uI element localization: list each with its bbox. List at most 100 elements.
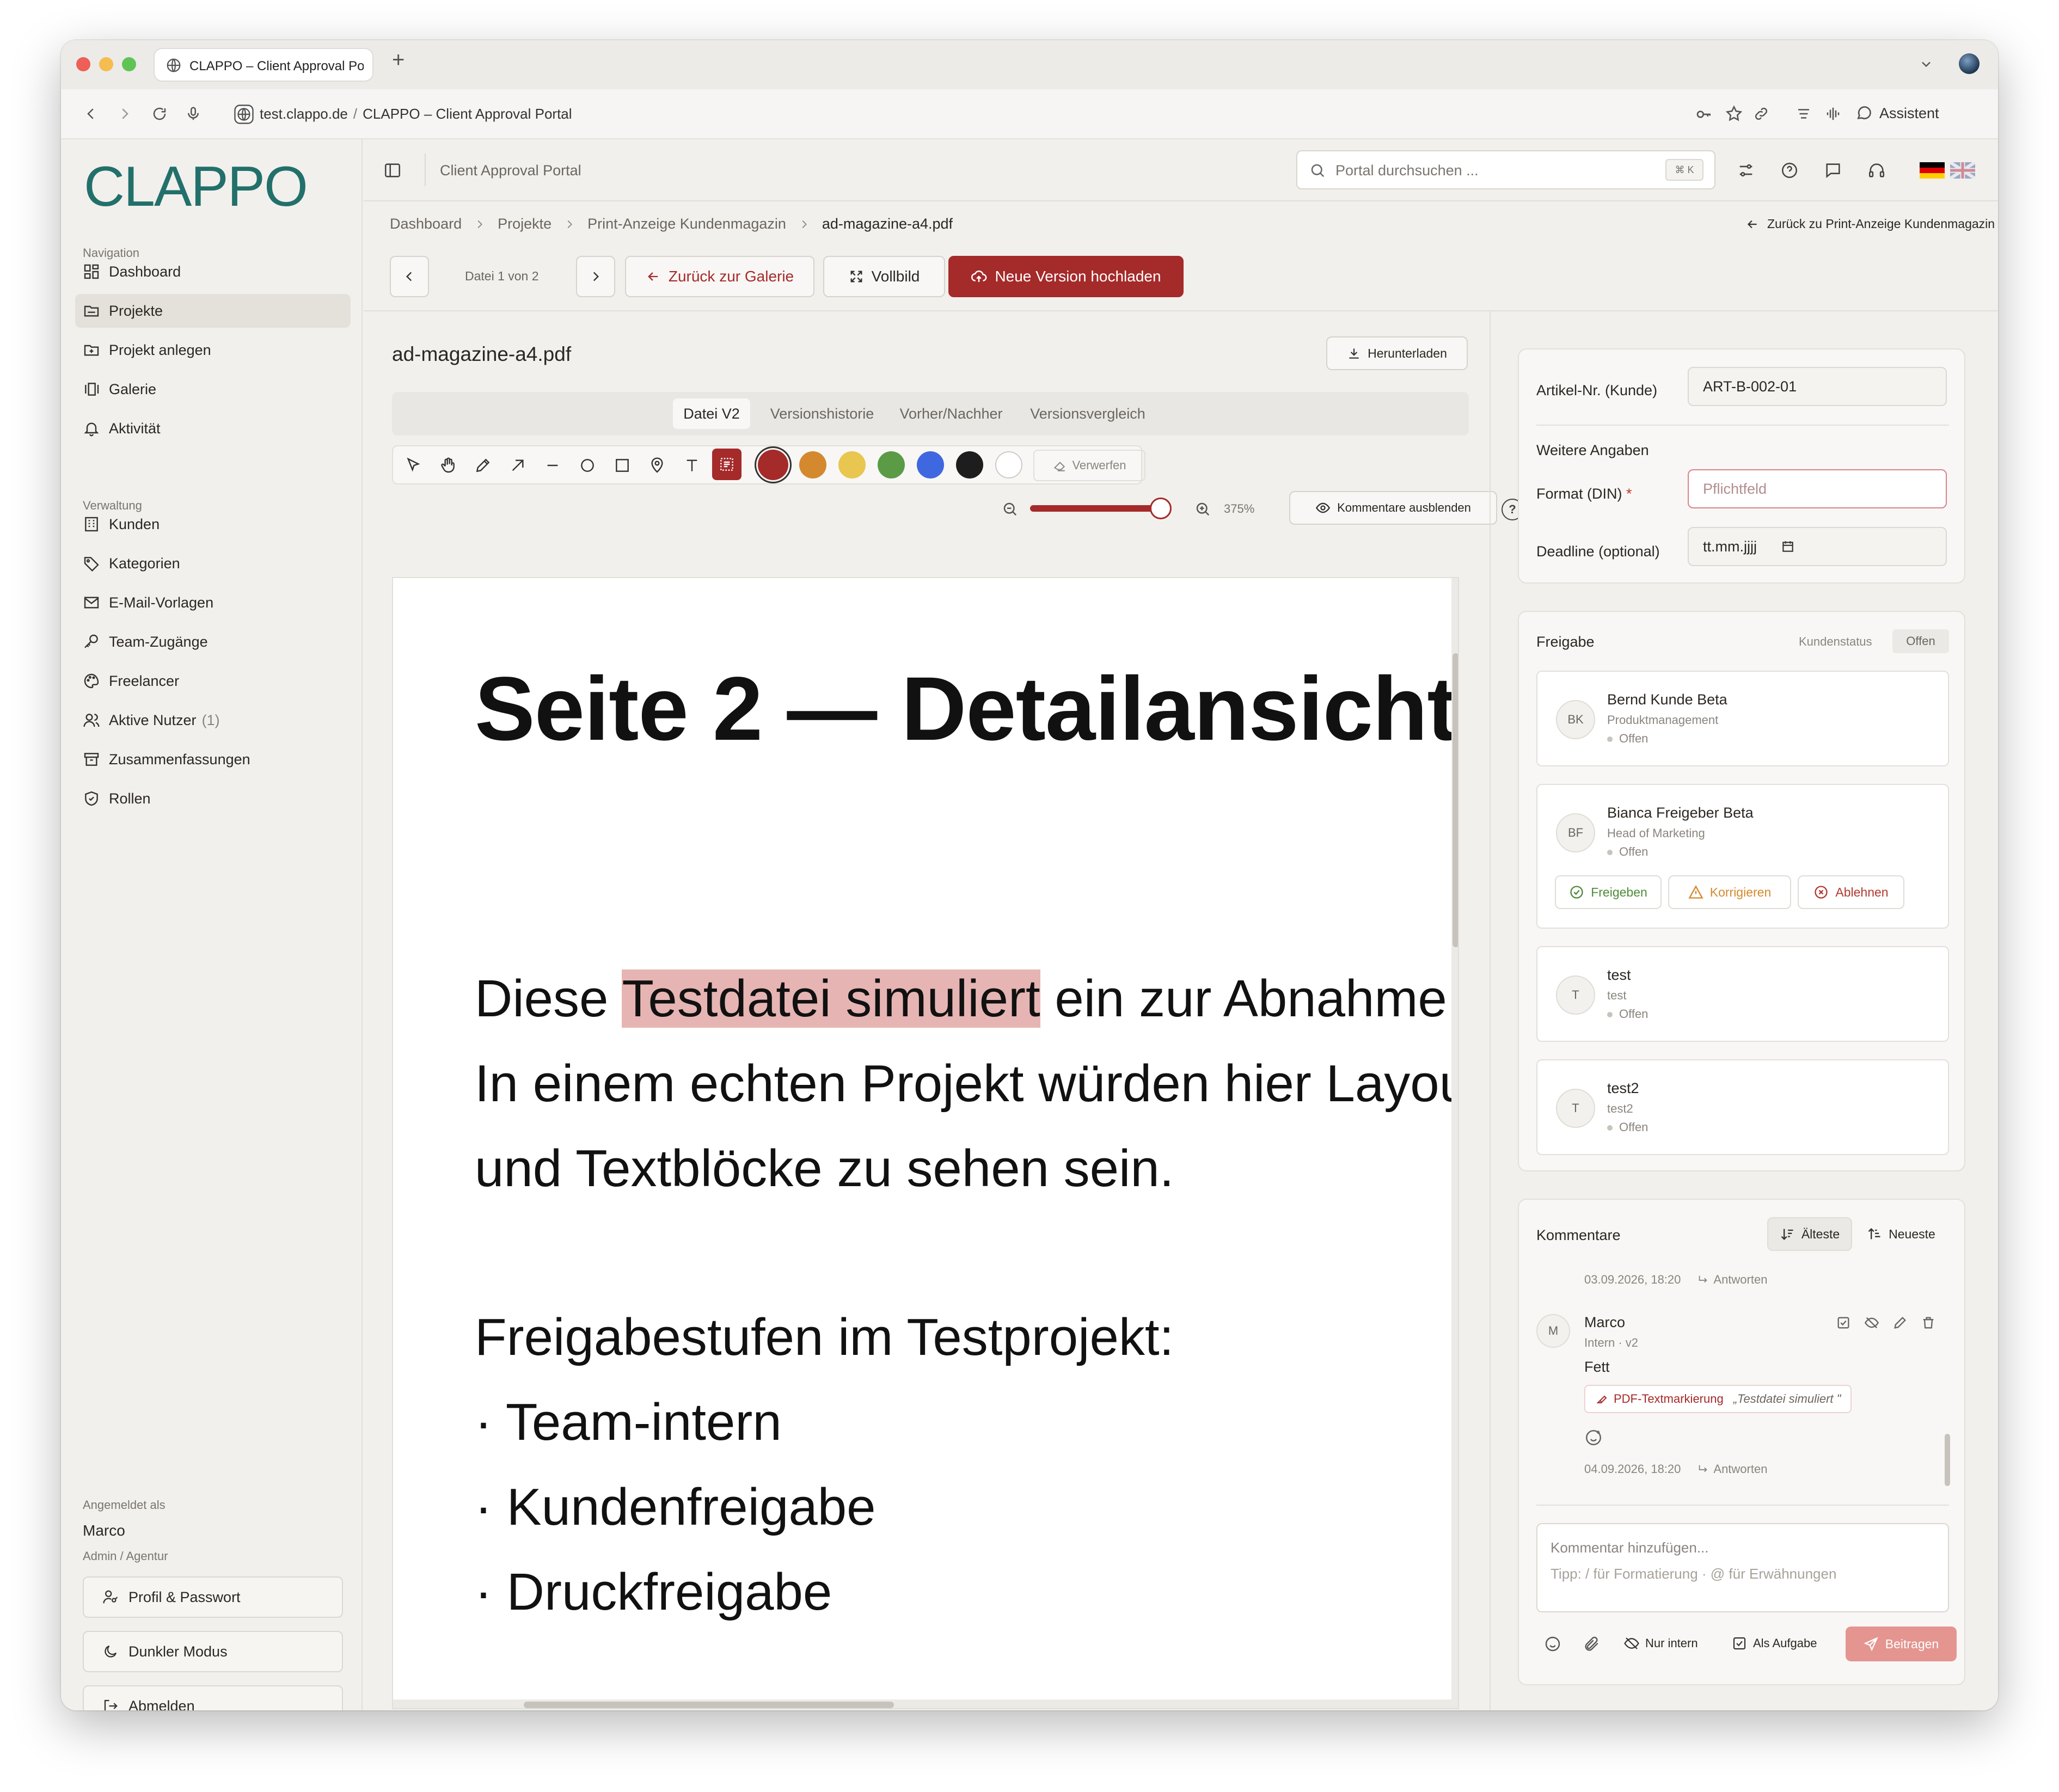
pdf-vertical-scrollbar[interactable] xyxy=(1453,653,1458,947)
breadcrumb-project[interactable]: Print-Anzeige Kundenmagazin xyxy=(587,216,786,232)
back-to-gallery-button[interactable]: Zurück zur Galerie xyxy=(625,256,814,297)
pin-tool-button[interactable] xyxy=(642,449,672,482)
clappo-logo[interactable]: CLAPPO xyxy=(84,155,308,219)
download-button[interactable]: Herunterladen xyxy=(1326,336,1468,370)
sidebar-item-zusammenfassungen[interactable]: Zusammenfassungen xyxy=(75,742,351,776)
format-field[interactable]: Pflichtfeld xyxy=(1688,469,1947,508)
color-swatch-red[interactable] xyxy=(758,450,788,480)
logout-button[interactable]: Abmelden xyxy=(83,1685,343,1710)
help-circle-icon[interactable] xyxy=(1780,161,1799,180)
discard-button[interactable]: Verwerfen xyxy=(1033,450,1145,481)
reader-list-icon[interactable] xyxy=(1796,106,1812,122)
pdf-horizontal-scrollbar[interactable] xyxy=(524,1702,894,1708)
color-swatch-black[interactable] xyxy=(956,451,983,478)
dark-mode-button[interactable]: Dunkler Modus xyxy=(83,1631,343,1672)
sidebar-item-email-vorlagen[interactable]: E-Mail-Vorlagen xyxy=(75,586,351,619)
line-tool-button[interactable] xyxy=(538,449,567,482)
article-number-field[interactable]: ART-B-002-01 xyxy=(1688,367,1947,406)
trash-icon[interactable] xyxy=(1921,1315,1936,1330)
approve-button[interactable]: Freigeben xyxy=(1555,875,1662,909)
next-file-button[interactable] xyxy=(576,256,615,297)
sidebar-item-galerie[interactable]: Galerie xyxy=(75,372,351,406)
reload-icon[interactable] xyxy=(151,106,168,122)
pen-tool-button[interactable] xyxy=(468,449,498,482)
hide-comments-button[interactable]: Kommentare ausblenden xyxy=(1289,491,1497,525)
text-highlight-tool-button[interactable] xyxy=(712,449,742,480)
pdf-page[interactable]: Seite 2 — Detailansicht Diese Testdatei … xyxy=(392,577,1459,1709)
maximize-window-button[interactable] xyxy=(122,57,136,71)
color-swatch-blue[interactable] xyxy=(917,451,944,478)
tab-versionsvergleich[interactable]: Versionsvergleich xyxy=(1018,398,1157,429)
audio-wave-icon[interactable] xyxy=(1825,106,1841,122)
forward-arrow-icon[interactable] xyxy=(117,106,133,122)
zoom-slider[interactable] xyxy=(1030,498,1172,519)
profile-avatar[interactable] xyxy=(1959,53,1980,74)
reply-button[interactable]: Antworten xyxy=(1697,1273,1767,1287)
pencil-icon[interactable] xyxy=(1892,1315,1908,1330)
sort-newest-button[interactable]: Neueste xyxy=(1859,1217,1944,1251)
headset-icon[interactable] xyxy=(1867,161,1886,180)
sidebar-item-aktive-nutzer[interactable]: Aktive Nutzer (1) xyxy=(75,703,351,737)
link-icon[interactable] xyxy=(1753,106,1769,122)
circle-tool-button[interactable] xyxy=(573,449,602,482)
sidebar-item-kunden[interactable]: Kunden xyxy=(75,507,351,541)
reply-button[interactable]: Antworten xyxy=(1697,1462,1767,1476)
upload-new-version-button[interactable]: Neue Version hochladen xyxy=(948,256,1184,297)
sidebar-item-aktivitaet[interactable]: Aktivität xyxy=(75,412,351,445)
sidebar-item-team-zugaenge[interactable]: Team-Zugänge xyxy=(75,625,351,659)
minimize-window-button[interactable] xyxy=(99,57,113,71)
url-text[interactable]: test.clappo.de / CLAPPO – Client Approva… xyxy=(260,106,572,122)
arrow-tool-button[interactable] xyxy=(503,449,532,482)
previous-file-button[interactable] xyxy=(390,256,429,297)
text-tool-button[interactable] xyxy=(677,449,707,482)
portal-search-input[interactable]: Portal durchsuchen ... ⌘ K xyxy=(1296,150,1715,189)
microphone-icon[interactable] xyxy=(185,106,201,122)
chevron-down-icon[interactable] xyxy=(1919,57,1934,72)
color-swatch-white[interactable] xyxy=(995,451,1022,478)
assistant-button[interactable]: Assistent xyxy=(1855,105,1939,122)
back-to-project-link[interactable]: Zurück zu Print-Anzeige Kundenmagazin xyxy=(1745,217,1995,231)
submit-comment-button[interactable]: Beitragen xyxy=(1846,1627,1957,1661)
password-key-icon[interactable] xyxy=(1695,106,1713,123)
internal-only-toggle[interactable]: Nur intern xyxy=(1623,1635,1698,1652)
pan-tool-button[interactable] xyxy=(433,449,463,482)
message-icon[interactable] xyxy=(1824,161,1842,180)
sidebar-toggle-icon[interactable] xyxy=(383,161,402,180)
star-bookmark-icon[interactable] xyxy=(1725,105,1743,123)
site-info-icon[interactable] xyxy=(234,105,254,124)
eye-off-icon[interactable] xyxy=(1864,1315,1879,1330)
close-window-button[interactable] xyxy=(76,57,90,71)
rectangle-tool-button[interactable] xyxy=(608,449,637,482)
sort-oldest-button[interactable]: Älteste xyxy=(1767,1217,1852,1251)
task-checkbox-icon[interactable] xyxy=(1836,1315,1851,1330)
zoom-out-icon[interactable] xyxy=(1002,501,1018,517)
german-flag-icon[interactable] xyxy=(1920,162,1945,179)
select-tool-button[interactable] xyxy=(399,449,428,482)
reject-button[interactable]: Ablehnen xyxy=(1798,875,1904,909)
correct-button[interactable]: Korrigieren xyxy=(1668,875,1791,909)
sidebar-item-freelancer[interactable]: Freelancer xyxy=(75,664,351,698)
tab-datei-v2[interactable]: Datei V2 xyxy=(673,398,750,429)
zoom-in-icon[interactable] xyxy=(1194,501,1211,517)
sidebar-item-projekte[interactable]: Projekte xyxy=(75,294,351,328)
uk-flag-icon[interactable] xyxy=(1950,162,1975,179)
filter-sliders-icon[interactable] xyxy=(1737,161,1755,180)
browser-tab[interactable]: CLAPPO – Client Approval Portal xyxy=(155,49,372,81)
tab-versionshistorie[interactable]: Versionshistorie xyxy=(761,398,883,429)
sidebar-item-dashboard[interactable]: Dashboard xyxy=(75,255,351,289)
fullscreen-button[interactable]: Vollbild xyxy=(823,256,945,297)
color-swatch-green[interactable] xyxy=(878,451,905,478)
new-tab-button[interactable]: + xyxy=(392,48,405,72)
sidebar-item-kategorien[interactable]: Kategorien xyxy=(75,547,351,580)
color-swatch-yellow[interactable] xyxy=(838,451,866,478)
calendar-icon[interactable] xyxy=(1781,539,1795,554)
pdf-text-mark-tag[interactable]: PDF-Textmarkierung „Testdatei simuliert … xyxy=(1584,1385,1852,1413)
comment-input[interactable]: Kommentar hinzufügen... Tipp: / für Form… xyxy=(1536,1523,1949,1612)
comments-scrollbar[interactable] xyxy=(1945,1434,1950,1486)
profile-password-button[interactable]: Profil & Passwort xyxy=(83,1576,343,1618)
emoji-icon[interactable] xyxy=(1544,1635,1561,1653)
zoom-slider-handle[interactable] xyxy=(1150,498,1172,519)
tab-vorher-nachher[interactable]: Vorher/Nachher xyxy=(892,398,1010,429)
pdf-text-highlight[interactable]: Testdatei simuliert xyxy=(622,969,1040,1028)
color-swatch-orange[interactable] xyxy=(799,451,826,478)
